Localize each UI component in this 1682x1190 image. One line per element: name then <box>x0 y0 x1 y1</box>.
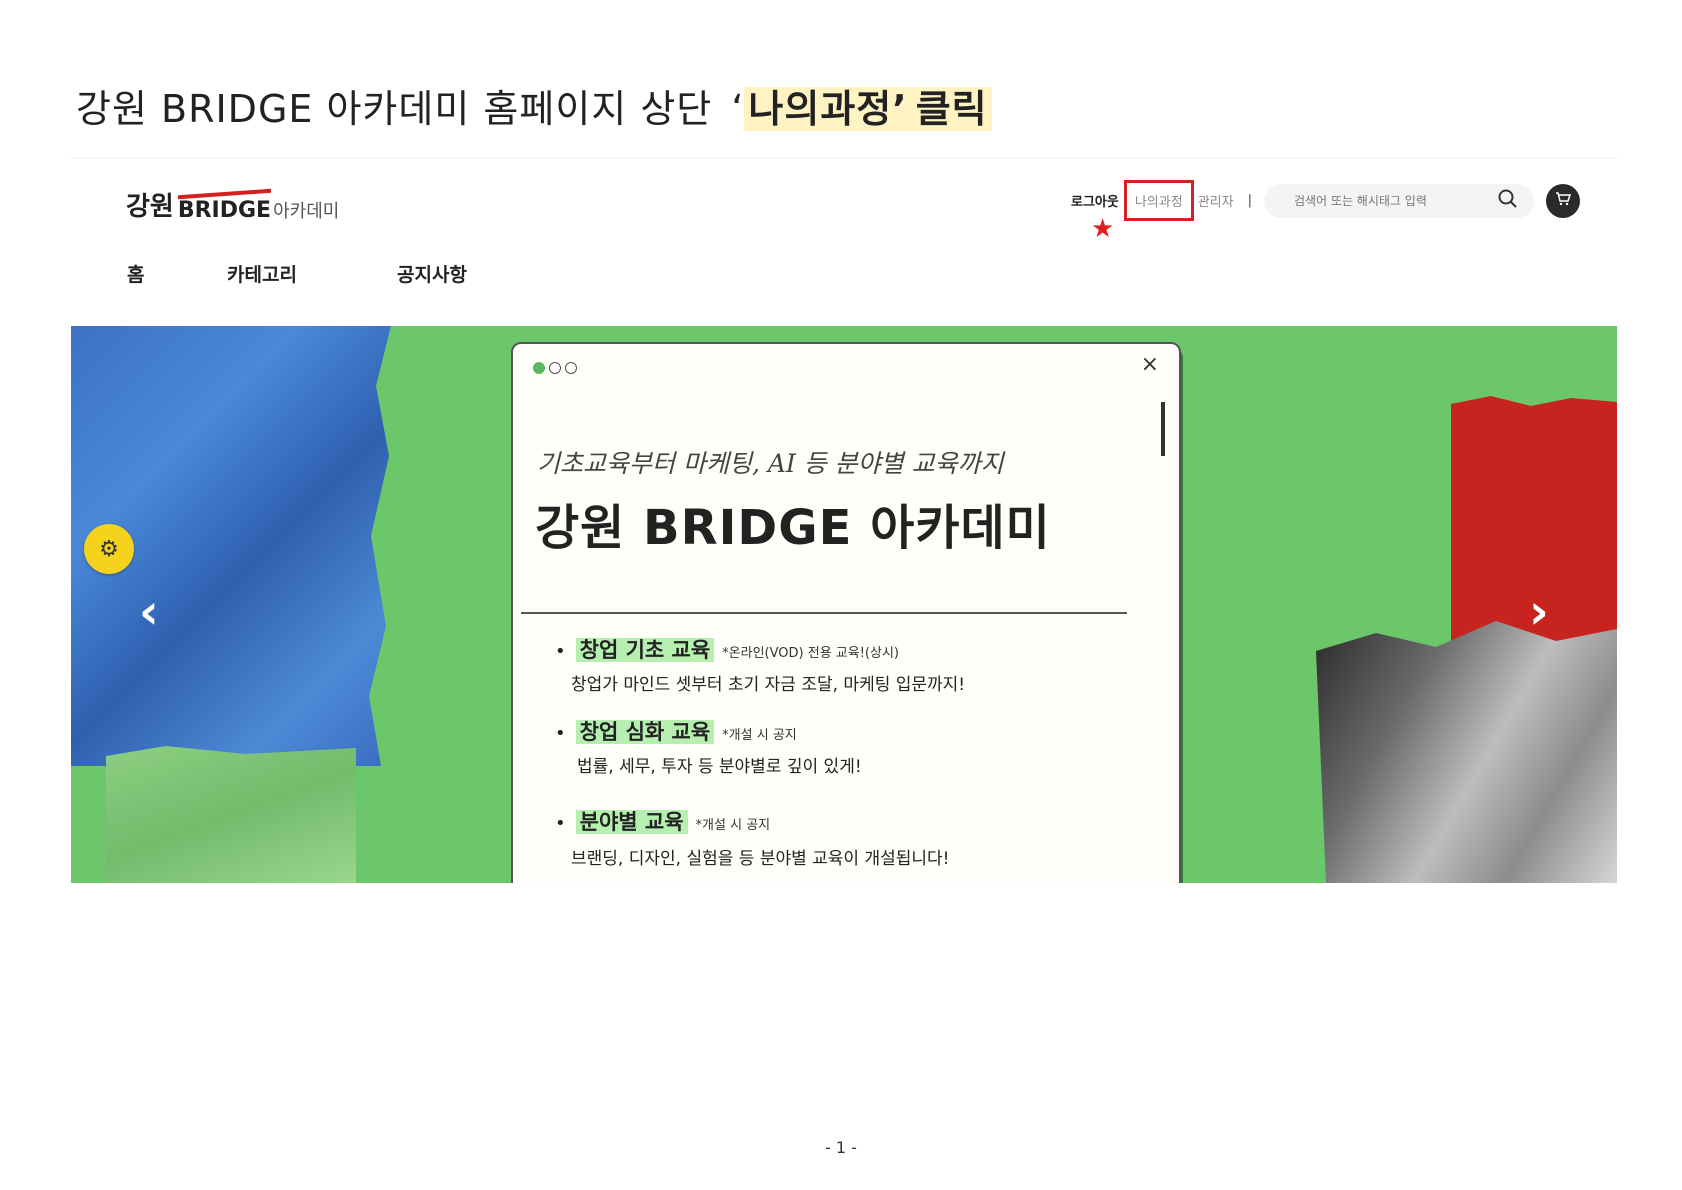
carousel-next-button[interactable]: › <box>1529 588 1549 636</box>
hero-banner: ⚙ ‹ › × 기초교육부터 마케팅, AI 등 분야별 교육까지 강원 BRI… <box>71 326 1617 883</box>
course-description: 브랜딩, 디자인, 실험을 등 분야별 교육이 개설됩니다! <box>571 849 950 869</box>
banner-subtitle: 기초교육부터 마케팅, AI 등 분야별 교육까지 <box>537 449 1004 478</box>
course-description: 창업가 마인드 셋부터 초기 자금 조달, 마케팅 입문까지! <box>571 675 966 695</box>
page-number: - 1 - <box>825 1138 857 1157</box>
admin-link[interactable]: 관리자 <box>1198 191 1234 210</box>
scrollbar <box>1161 402 1165 456</box>
heading-highlight: 나의과정’ <box>744 87 912 131</box>
gear-icon[interactable]: ⚙ <box>84 524 134 574</box>
dot-indicator <box>533 362 545 374</box>
instruction-heading: 강원 BRIDGE 아카데미 홈페이지 상단 ‘나의과정’ 클릭 <box>76 78 992 133</box>
banner-card: × 기초교육부터 마케팅, AI 등 분야별 교육까지 강원 BRIDGE 아카… <box>511 342 1181 883</box>
course-name: 창업 기초 교육 <box>575 638 715 662</box>
nav-item-notice[interactable]: 공지사항 <box>397 260 467 287</box>
main-nav: 홈 카테고리 공지사항 <box>127 260 467 287</box>
divider <box>521 612 1127 614</box>
course-name: 분야별 교육 <box>575 810 688 834</box>
list-item: • 창업 기초 교육 *온라인(VOD) 전용 교육!(상시) <box>555 638 899 662</box>
search-bar[interactable] <box>1263 183 1534 218</box>
carousel-prev-button[interactable]: ‹ <box>139 588 159 636</box>
course-note: *개설 시 공지 <box>695 818 771 833</box>
cart-button[interactable] <box>1545 183 1580 218</box>
heading-suffix: 클릭 <box>911 87 992 131</box>
window-dots <box>533 362 581 374</box>
list-item: • 창업 심화 교육 *개설 시 공지 <box>555 720 797 744</box>
dot-indicator <box>565 362 577 374</box>
banner-title: 강원 BRIDGE 아카데미 <box>535 500 1051 556</box>
logout-link[interactable]: 로그아웃 <box>1071 191 1119 210</box>
course-note: *온라인(VOD) 전용 교육!(상시) <box>722 646 899 661</box>
logo-korean: 강원 <box>126 192 174 222</box>
course-name: 창업 심화 교육 <box>575 720 715 744</box>
dot-indicator <box>549 362 561 374</box>
list-item: • 분야별 교육 *개설 시 공지 <box>555 810 771 834</box>
stone-texture-decoration <box>1316 621 1617 883</box>
heading-prefix: 강원 BRIDGE 아카데미 홈페이지 상단 <box>76 87 713 131</box>
green-paper-decoration <box>106 746 356 883</box>
heading-quote: ‘ <box>731 87 745 131</box>
nav-item-category[interactable]: 카테고리 <box>227 260 397 287</box>
website-screenshot: 강원 BRIDGE 아카데미 로그아웃 나의과정 관리자 | ★ 홈 카테고리 … <box>71 157 1617 883</box>
course-note: *개설 시 공지 <box>722 728 797 743</box>
site-logo[interactable]: 강원 BRIDGE 아카데미 <box>126 186 339 223</box>
search-icon[interactable] <box>1498 189 1518 213</box>
close-icon: × <box>1140 352 1159 377</box>
logo-academy: 아카데미 <box>273 201 340 222</box>
top-utility-nav: 로그아웃 나의과정 관리자 | <box>1071 180 1580 221</box>
logo-bridge: BRIDGE <box>177 198 272 223</box>
cart-icon <box>1555 191 1572 211</box>
course-description: 법률, 세무, 투자 등 분야별로 깊이 있게! <box>577 757 862 777</box>
my-course-link[interactable]: 나의과정 <box>1123 180 1194 221</box>
annotation-star: ★ <box>1091 214 1115 244</box>
nav-item-home[interactable]: 홈 <box>127 260 227 287</box>
search-input[interactable] <box>1291 192 1486 209</box>
nav-separator: | <box>1247 193 1252 208</box>
